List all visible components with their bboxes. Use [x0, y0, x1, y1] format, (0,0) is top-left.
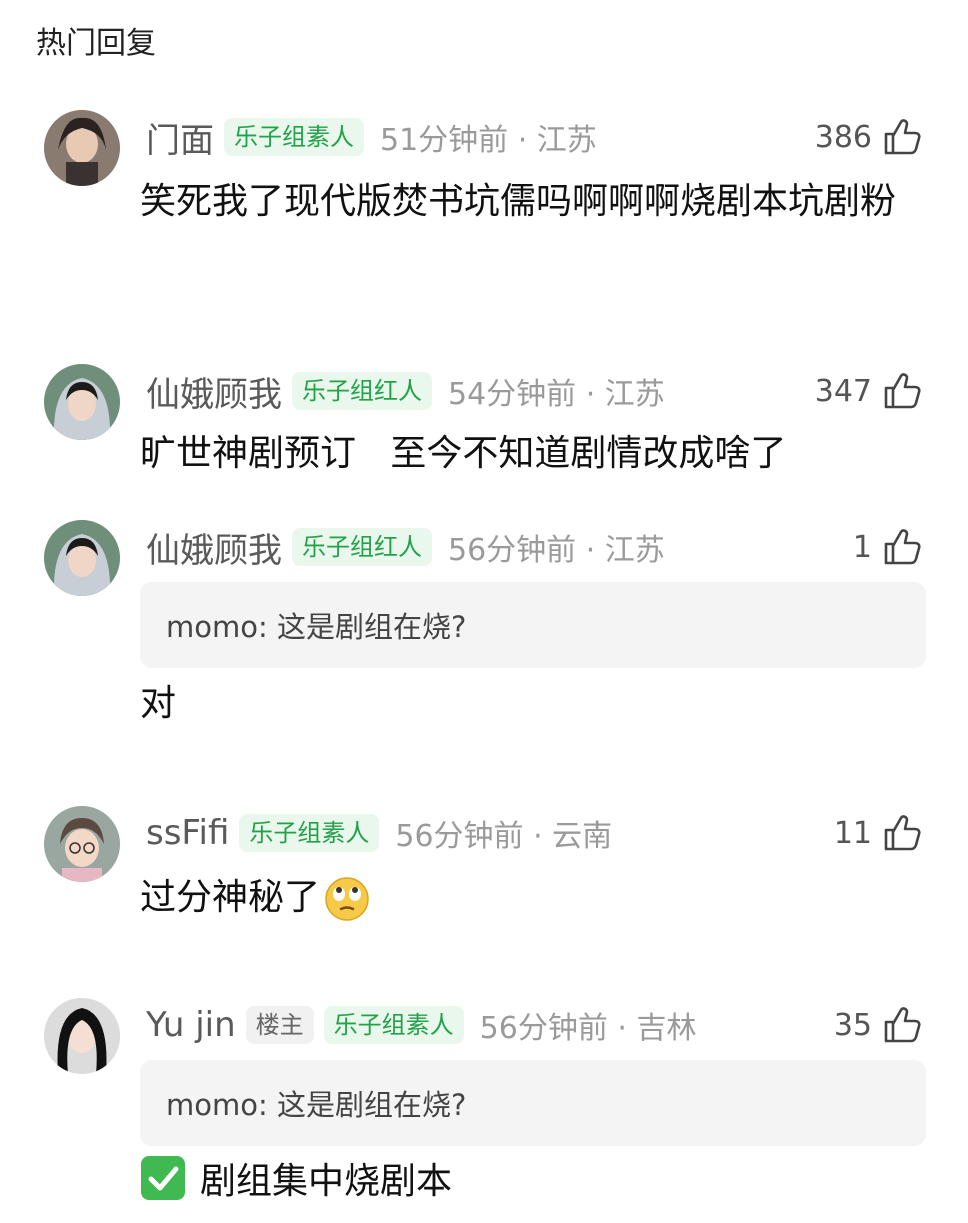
like-button[interactable]: 347 — [815, 366, 922, 416]
eye-roll-emoji-icon — [324, 876, 370, 922]
like-count: 11 — [833, 815, 872, 851]
thumbs-up-icon — [882, 371, 922, 411]
avatar[interactable] — [44, 364, 120, 440]
quoted-reply[interactable]: momo: 这是剧组在烧? — [140, 1060, 926, 1146]
user-badge: 乐子组素人 — [224, 118, 364, 156]
user-badge: 乐子组红人 — [292, 528, 432, 566]
comment-text: 剧组集中烧剧本 — [200, 1161, 453, 1202]
avatar[interactable] — [44, 998, 120, 1074]
user-badge: 乐子组素人 — [239, 814, 380, 852]
like-count: 347 — [814, 373, 872, 409]
like-button[interactable]: 35 — [834, 1000, 922, 1050]
timestamp-location: 56分钟前 · 云南 — [395, 819, 613, 854]
like-button[interactable]: 11 — [834, 808, 922, 858]
thumbs-up-icon — [882, 813, 922, 853]
timestamp-location: 51分钟前 · 江苏 — [380, 123, 597, 158]
username[interactable]: Yu jin — [146, 1005, 236, 1045]
username[interactable]: ssFifi — [146, 813, 229, 853]
comment-text: 笑死我了现代版焚书坑儒吗啊啊啊烧剧本坑剧粉 — [140, 181, 897, 222]
user-badge: 乐子组红人 — [292, 372, 432, 410]
user-badge: 乐子组素人 — [323, 1006, 464, 1044]
quoted-reply[interactable]: momo: 这是剧组在烧? — [140, 582, 926, 668]
comment-text: 旷世神剧预订 至今不知道剧情改成啥了 — [140, 433, 787, 474]
like-count: 386 — [814, 119, 872, 155]
like-count: 1 — [852, 529, 872, 565]
thumbs-up-icon — [882, 117, 922, 157]
owner-tag: 楼主 — [245, 1006, 314, 1044]
avatar[interactable] — [44, 110, 120, 186]
quoted-text: momo: 这是剧组在烧? — [166, 610, 467, 644]
like-button[interactable]: 386 — [815, 112, 922, 162]
username[interactable]: 仙娥顾我 — [146, 367, 282, 416]
thumbs-up-icon — [882, 1005, 922, 1045]
check-mark-icon — [140, 1155, 186, 1201]
timestamp-location: 56分钟前 · 吉林 — [479, 1011, 697, 1046]
section-title: 热门回复 — [36, 26, 156, 61]
thumbs-up-icon — [882, 527, 922, 567]
timestamp-location: 54分钟前 · 江苏 — [448, 377, 665, 412]
avatar[interactable] — [44, 806, 120, 882]
timestamp-location: 56分钟前 · 江苏 — [448, 533, 665, 568]
like-button[interactable]: 1 — [853, 522, 922, 572]
comment-text: 对 — [140, 683, 177, 724]
username[interactable]: 门面 — [146, 113, 214, 162]
like-count: 35 — [833, 1007, 872, 1043]
comment-text: 过分神秘了 — [140, 877, 321, 918]
username[interactable]: 仙娥顾我 — [146, 523, 282, 572]
avatar[interactable] — [44, 520, 120, 596]
quoted-text: momo: 这是剧组在烧? — [166, 1088, 467, 1122]
